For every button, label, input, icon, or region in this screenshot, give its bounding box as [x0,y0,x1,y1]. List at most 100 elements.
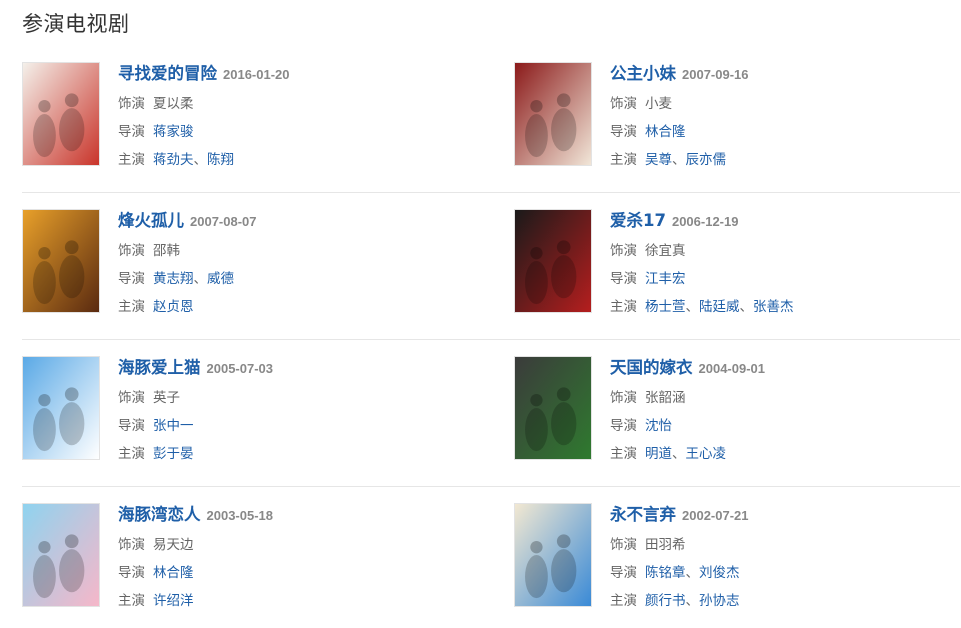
director-link[interactable]: 江丰宏 [645,271,686,287]
director-line: 导演 沈怡 [610,416,765,436]
drama-item: 爱杀17 2006-12-19 饰演 徐宜真 导演 江丰宏 主演 杨士萱、陆廷威、张善杰 [514,209,961,315]
director-link[interactable]: 林合隆 [153,565,194,581]
drama-poster[interactable] [22,62,100,166]
air-date: 2007-09-16 [682,67,749,82]
role-label: 饰演 [118,96,145,112]
cast-label: 主演 [118,446,145,462]
role-line: 饰演 邵韩 [118,241,257,261]
director-link[interactable]: 威德 [207,271,234,287]
drama-title-link[interactable]: 爱杀17 [610,211,666,230]
cast-label: 主演 [118,593,145,609]
cast-line: 主演 赵贞恩 [118,297,257,317]
cast-link[interactable]: 陈翔 [207,152,234,168]
drama-poster[interactable] [514,356,592,460]
director-label: 导演 [610,565,637,581]
director-link[interactable]: 黄志翔 [153,271,194,287]
name-separator: 、 [739,299,754,315]
drama-row: 海豚爱上猫 2005-07-03 饰演 英子 导演 张中一 主演 彭于晏 天国的嫁衣 2004-0… [22,356,960,503]
director-label: 导演 [118,418,145,434]
director-link[interactable]: 陈铭章 [645,565,686,581]
cast-line: 主演 颜行书、孙协志 [610,591,749,611]
cast-link[interactable]: 陆廷威 [699,299,740,315]
cast-link[interactable]: 明道 [645,446,672,462]
name-separator: 、 [685,299,700,315]
cast-link[interactable]: 颜行书 [645,593,686,609]
cast-link[interactable]: 蒋劲夫 [153,152,194,168]
cast-link[interactable]: 辰亦儒 [686,152,727,168]
drama-poster[interactable] [514,62,592,166]
cast-link[interactable]: 杨士萱 [645,299,686,315]
director-line: 导演 陈铭章、刘俊杰 [610,563,749,583]
director-line: 导演 林合隆 [610,122,749,142]
director-link[interactable]: 张中一 [153,418,194,434]
name-separator: 、 [685,593,700,609]
role-name: 夏以柔 [153,96,194,112]
role-name: 张韶涵 [645,390,686,406]
drama-info: 天国的嫁衣 2004-09-01 饰演 张韶涵 导演 沈怡 主演 明道、王心凌 [610,356,765,464]
cast-line: 主演 蒋劲夫、陈翔 [118,150,290,170]
drama-title-link[interactable]: 公主小妹 [610,64,676,83]
drama-poster[interactable] [22,503,100,607]
drama-poster[interactable] [514,209,592,313]
director-link[interactable]: 林合隆 [645,124,686,140]
director-line: 导演 黄志翔、威德 [118,269,257,289]
drama-poster[interactable] [22,209,100,313]
drama-info: 烽火孤儿 2007-08-07 饰演 邵韩导演 黄志翔、威德 主演 赵贞恩 [118,209,257,317]
name-separator: 、 [672,446,686,462]
air-date: 2002-07-21 [682,508,749,523]
drama-info: 永不言弃 2002-07-21 饰演 田羽希 导演 陈铭章、刘俊杰 主演 颜行书、孙协志 [610,503,749,611]
drama-title-link[interactable]: 永不言弃 [610,505,676,524]
director-label: 导演 [610,124,637,140]
drama-title-link[interactable]: 海豚爱上猫 [118,358,201,377]
role-line: 饰演 易天边 [118,535,273,555]
name-separator: 、 [193,152,208,168]
role-line: 饰演 徐宜真 [610,241,794,261]
title-line: 烽火孤儿 2007-08-07 [118,209,257,233]
cast-link[interactable]: 张善杰 [753,299,794,315]
cast-link[interactable]: 赵贞恩 [153,299,194,315]
drama-poster[interactable] [514,503,592,607]
role-name: 易天边 [153,537,194,553]
drama-item: 永不言弃 2002-07-21 饰演 田羽希 导演 陈铭章、刘俊杰 主演 颜行书、孙协志 [514,503,961,609]
drama-item: 烽火孤儿 2007-08-07 饰演 邵韩导演 黄志翔、威德 主演 赵贞恩 [22,209,482,315]
cast-label: 主演 [610,593,637,609]
director-label: 导演 [610,271,637,287]
cast-label: 主演 [118,152,145,168]
drama-poster[interactable] [22,356,100,460]
name-separator: 、 [672,152,686,168]
title-line: 永不言弃 2002-07-21 [610,503,749,527]
drama-info: 公主小妹 2007-09-16 饰演 小麦 导演 林合隆 主演 吴尊、辰亦儒 [610,62,749,170]
cast-link[interactable]: 王心凌 [686,446,727,462]
cast-link[interactable]: 孙协志 [699,593,740,609]
cast-label: 主演 [610,299,637,315]
drama-title-link[interactable]: 寻找爱的冒险 [118,64,217,83]
role-label: 饰演 [118,537,145,553]
drama-info: 寻找爱的冒险 2016-01-20 饰演 夏以柔 导演 蒋家骏 主演 蒋劲夫、陈翔 [118,62,290,170]
drama-title-link[interactable]: 天国的嫁衣 [610,358,693,377]
cast-link[interactable]: 吴尊 [645,152,672,168]
drama-info: 爱杀17 2006-12-19 饰演 徐宜真 导演 江丰宏 主演 杨士萱、陆廷威、张善杰 [610,209,794,317]
cast-link[interactable]: 彭于晏 [153,446,194,462]
role-line: 饰演 田羽希 [610,535,749,555]
drama-info: 海豚湾恋人 2003-05-18 饰演 易天边 导演 林合隆 主演 许绍洋 [118,503,273,611]
drama-item: 寻找爱的冒险 2016-01-20 饰演 夏以柔 导演 蒋家骏 主演 蒋劲夫、陈翔 [22,62,482,168]
air-date: 2007-08-07 [190,214,257,229]
air-date: 2006-12-19 [671,214,739,229]
role-line: 饰演 小麦 [610,94,749,114]
role-label: 饰演 [118,390,145,406]
director-line: 导演 江丰宏 [610,269,794,289]
cast-line: 主演 杨士萱、陆廷威、张善杰 [610,297,794,317]
role-label: 饰演 [610,96,637,112]
role-label: 饰演 [118,243,145,259]
director-line: 导演 蒋家骏 [118,122,290,142]
cast-link[interactable]: 许绍洋 [153,593,194,609]
role-name: 邵韩 [153,243,180,259]
director-link[interactable]: 蒋家骏 [153,124,194,140]
drama-title-link[interactable]: 烽火孤儿 [118,211,184,230]
drama-title-link[interactable]: 海豚湾恋人 [118,505,201,524]
director-link[interactable]: 刘俊杰 [699,565,740,581]
cast-line: 主演 彭于晏 [118,444,273,464]
director-link[interactable]: 沈怡 [645,418,672,434]
cast-line: 主演 明道、王心凌 [610,444,765,464]
name-separator: 、 [193,271,208,287]
